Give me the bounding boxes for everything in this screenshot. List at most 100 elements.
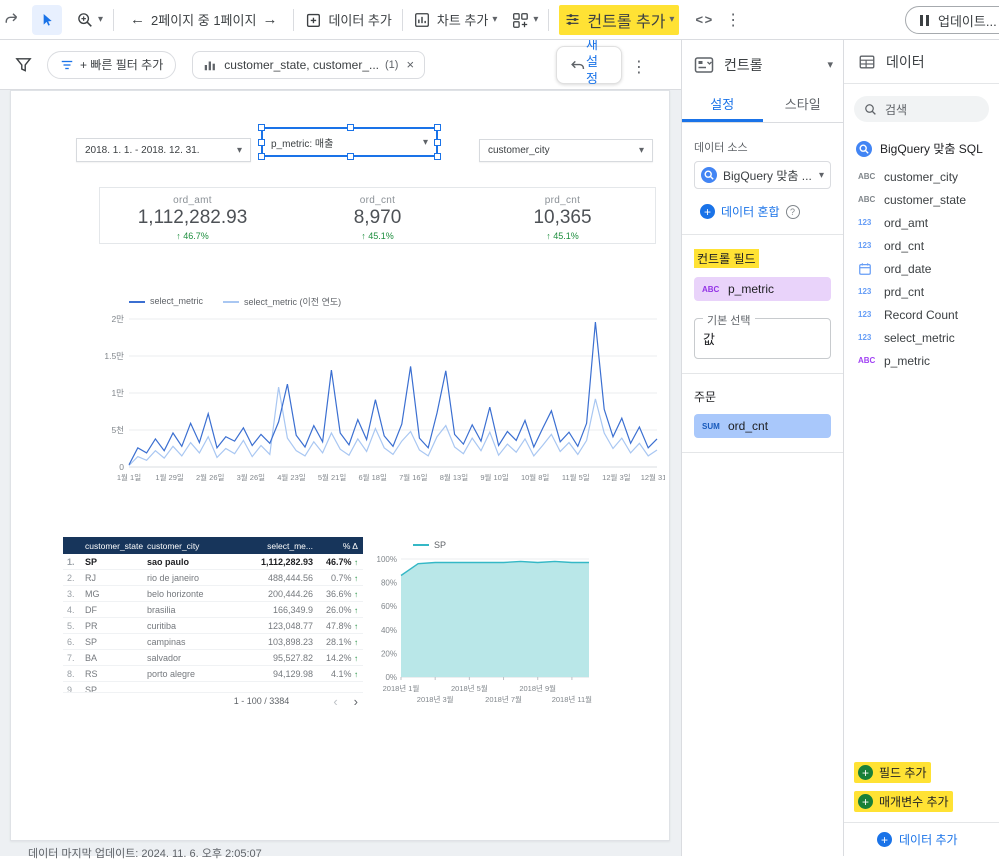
svg-text:100%: 100%: [377, 555, 397, 564]
field-type-badge: 123: [858, 333, 872, 342]
table-row[interactable]: 2. RJ rio de janeiro 488,444.56 0.7% ↑: [63, 570, 363, 586]
selection-handle[interactable]: [258, 124, 265, 131]
svg-text:2018년 5월: 2018년 5월: [451, 683, 488, 693]
redo-icon[interactable]: [4, 11, 22, 29]
chart-filter-chip[interactable]: customer_state, customer_... (1) ×: [192, 50, 426, 79]
scorecard-group[interactable]: ord_amt 1,112,282.93 ↑ 46.7% ord_cnt 8,9…: [99, 187, 656, 244]
selection-handle[interactable]: [258, 153, 265, 160]
add-data-button[interactable]: 데이터 추가: [304, 10, 392, 29]
scorecard-value: 8,970: [353, 207, 402, 228]
field-item-ord_amt[interactable]: 123 ord_amt: [844, 211, 999, 234]
table-row[interactable]: 7. BA salvador 95,527.82 14.2% ↑: [63, 650, 363, 666]
components-grid-icon: [513, 12, 529, 28]
svg-text:2018년 11월: 2018년 11월: [552, 694, 592, 704]
blend-data-button[interactable]: + 데이터 혼합 ?: [694, 203, 831, 220]
tab-setup[interactable]: 설정: [682, 89, 763, 122]
new-setting-label: 새 설정: [586, 37, 598, 86]
scorecard-prd-cnt[interactable]: prd_cnt 10,365 ↑ 45.1%: [470, 188, 655, 243]
timeseries-chart[interactable]: select_metric select_metric (이전 연도) 0 5천 1…: [99, 291, 665, 483]
col-header: customer_state: [85, 540, 144, 551]
table-row[interactable]: 1. SP sao paulo 1,112,282.93 46.7% ↑: [63, 554, 363, 570]
filter-bar: + 빠른 필터 추가 customer_state, customer_... …: [0, 37, 681, 90]
select-tool-button[interactable]: [32, 4, 62, 35]
zoom-tool-button[interactable]: ▾: [76, 11, 103, 29]
scorecard-delta: ↑ 45.1%: [546, 231, 579, 241]
field-item-customer_state[interactable]: ABC customer_state: [844, 188, 999, 211]
selection-handle[interactable]: [434, 124, 441, 131]
prev-page-button[interactable]: ←: [124, 11, 151, 28]
quick-filter-button[interactable]: + 빠른 필터 추가: [47, 50, 177, 79]
selection-handle[interactable]: [346, 124, 354, 131]
selection-handle[interactable]: [258, 139, 265, 146]
close-icon[interactable]: ×: [406, 57, 414, 72]
field-search-box[interactable]: 검색: [854, 96, 989, 122]
default-selection-box[interactable]: 기본 선택 값: [694, 312, 831, 359]
table-row[interactable]: 3. MG belo horizonte 200,444.26 36.6% ↑: [63, 586, 363, 602]
metric-chip[interactable]: SUM ord_cnt: [694, 414, 831, 438]
table-row[interactable]: 9. SP: [63, 682, 363, 693]
more-options-button[interactable]: ⋮: [725, 10, 741, 30]
legend-swatch: [129, 300, 145, 303]
chevron-down-icon: ▾: [638, 145, 644, 156]
top-toolbar: ▾ ← 2페이지 중 1페이지 → 데이터 추가 차트 추가 ▾ ▾ 컨트롤 추…: [0, 0, 999, 40]
control-field-chip[interactable]: ABC p_metric: [694, 277, 831, 301]
field-type-badge: 123: [858, 310, 872, 319]
data-source-row[interactable]: BigQuery 맞춤 SQL: [844, 130, 999, 165]
field-item-ord_cnt[interactable]: 123 ord_cnt: [844, 234, 999, 257]
page-prev-icon[interactable]: ‹: [333, 694, 337, 709]
report-canvas: 2018. 1. 1. - 2018. 12. 31. ▾ p_metric: …: [0, 90, 681, 860]
table-row[interactable]: 4. DF brasilia 166,349.9 26.0% ↑: [63, 602, 363, 618]
area-chart[interactable]: SP 0% 20% 40% 60% 80% 100% 2018년 1월 2018년 3월 201…: [371, 537, 599, 705]
detail-table[interactable]: customer_state customer_city select_me..…: [63, 537, 363, 709]
field-chip-name: p_metric: [728, 282, 775, 296]
table-row[interactable]: 8. RS porto alegre 94,129.98 4.1% ↑: [63, 666, 363, 682]
selection-handle[interactable]: [346, 153, 354, 160]
table-header: customer_state customer_city select_me..…: [63, 537, 363, 554]
field-item-select_metric[interactable]: 123 select_metric: [844, 326, 999, 349]
add-parameter-button[interactable]: + 매개변수 추가: [844, 787, 999, 816]
properties-header[interactable]: 컨트롤 ▾: [682, 40, 843, 89]
table-pagination: 1 - 100 / 3384 ‹ ›: [63, 692, 363, 709]
embed-code-button[interactable]: < >: [695, 12, 712, 27]
pause-updates-button[interactable]: 업데이트...: [905, 6, 999, 34]
add-data-source-button[interactable]: + 데이터 추가: [844, 822, 999, 856]
community-components-button[interactable]: ▾: [511, 11, 538, 29]
up-arrow-icon: ↑: [354, 605, 358, 615]
selection-handle[interactable]: [434, 153, 441, 160]
selection-handle[interactable]: [434, 139, 441, 146]
up-arrow-icon: ↑: [354, 573, 358, 583]
page-indicator[interactable]: 2페이지 중 1페이지: [151, 10, 256, 29]
pagination-label: 1 - 100 / 3384: [233, 696, 290, 706]
field-item-customer_city[interactable]: ABC customer_city: [844, 165, 999, 188]
metric-dropdown-control-selected[interactable]: p_metric: 매출 ▾: [258, 124, 441, 160]
date-range-control[interactable]: 2018. 1. 1. - 2018. 12. 31. ▾: [76, 138, 251, 162]
table-row[interactable]: 6. SP campinas 103,898.23 28.1% ↑: [63, 634, 363, 650]
field-item-Record Count[interactable]: 123 Record Count: [844, 303, 999, 326]
next-page-button[interactable]: →: [256, 11, 283, 28]
report-page[interactable]: 2018. 1. 1. - 2018. 12. 31. ▾ p_metric: …: [10, 90, 670, 841]
scorecard-ord-amt[interactable]: ord_amt 1,112,282.93 ↑ 46.7%: [100, 188, 285, 243]
add-control-button[interactable]: 컨트롤 추가 ▾: [559, 4, 680, 35]
field-type-badge: ABC: [702, 284, 720, 294]
table-row[interactable]: 5. PR curitiba 123,048.77 47.8% ↑: [63, 618, 363, 634]
field-name: ord_amt: [884, 215, 929, 230]
search-icon: [865, 103, 876, 115]
data-source-select[interactable]: BigQuery 맞춤 ... ▾: [694, 161, 831, 189]
date-range-value: 2018. 1. 1. - 2018. 12. 31.: [85, 144, 200, 156]
help-icon[interactable]: ?: [785, 204, 800, 219]
field-item-ord_date[interactable]: ord_date: [844, 257, 999, 280]
section-divider: [682, 373, 843, 374]
add-field-button[interactable]: + 필드 추가: [844, 758, 999, 787]
more-options-button[interactable]: ⋮: [631, 57, 647, 77]
tab-style[interactable]: 스타일: [763, 89, 844, 122]
scorecard-ord-cnt[interactable]: ord_cnt 8,970 ↑ 45.1%: [285, 188, 470, 243]
city-dropdown-control[interactable]: customer_city ▾: [479, 139, 653, 162]
filter-funnel-icon[interactable]: [14, 55, 33, 74]
field-item-prd_cnt[interactable]: 123 prd_cnt: [844, 280, 999, 303]
page-next-icon[interactable]: ›: [354, 694, 358, 709]
svg-text:60%: 60%: [381, 602, 397, 611]
field-item-p_metric[interactable]: ABC p_metric: [844, 349, 999, 372]
chevron-down-icon[interactable]: ▾: [827, 58, 833, 71]
add-chart-button[interactable]: 차트 추가 ▾: [413, 10, 497, 29]
undo-icon: [571, 60, 585, 70]
